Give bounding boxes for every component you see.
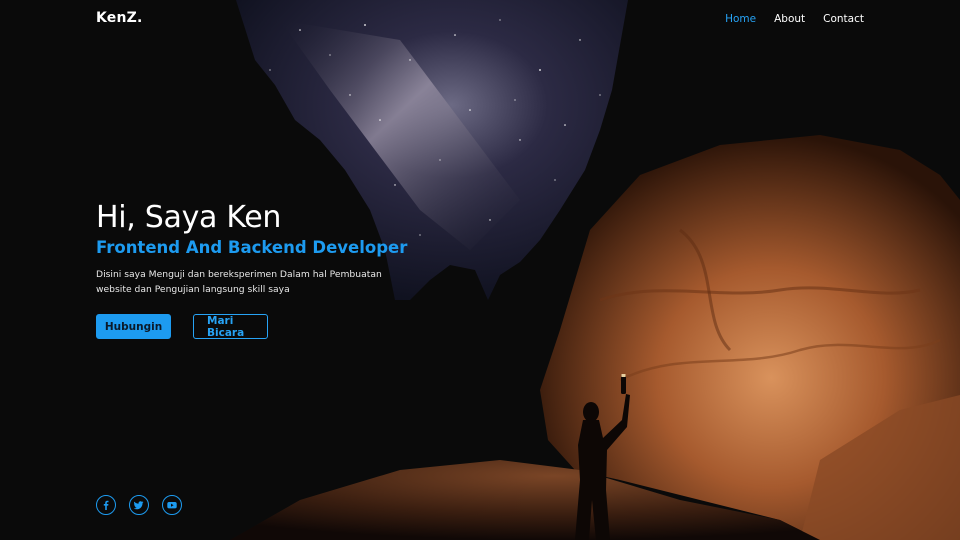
hero-actions: Hubungin Mari Bicara [96,314,268,339]
hero-description: Disini saya Menguji dan bereksperimen Da… [96,269,382,295]
contact-button[interactable]: Hubungin [96,314,171,339]
nav-contact-link[interactable]: Contact [823,13,864,25]
facebook-link[interactable] [96,495,116,515]
hero-content: Hi, Saya Ken Frontend And Backend Develo… [96,198,426,297]
youtube-link[interactable] [162,495,182,515]
twitter-link[interactable] [129,495,149,515]
nav-about-link[interactable]: About [774,13,805,25]
twitter-icon [134,501,144,510]
hero-role: Frontend And Backend Developer [96,238,408,257]
site-logo[interactable]: KenZ. [96,10,143,26]
youtube-icon [167,502,177,509]
hero-greeting: Hi, Saya Ken [96,200,282,235]
facebook-icon [103,500,109,510]
main-nav: Home About Contact [725,13,864,25]
social-links [96,495,182,515]
nav-home-link[interactable]: Home [725,13,756,25]
talk-button[interactable]: Mari Bicara [193,314,268,339]
